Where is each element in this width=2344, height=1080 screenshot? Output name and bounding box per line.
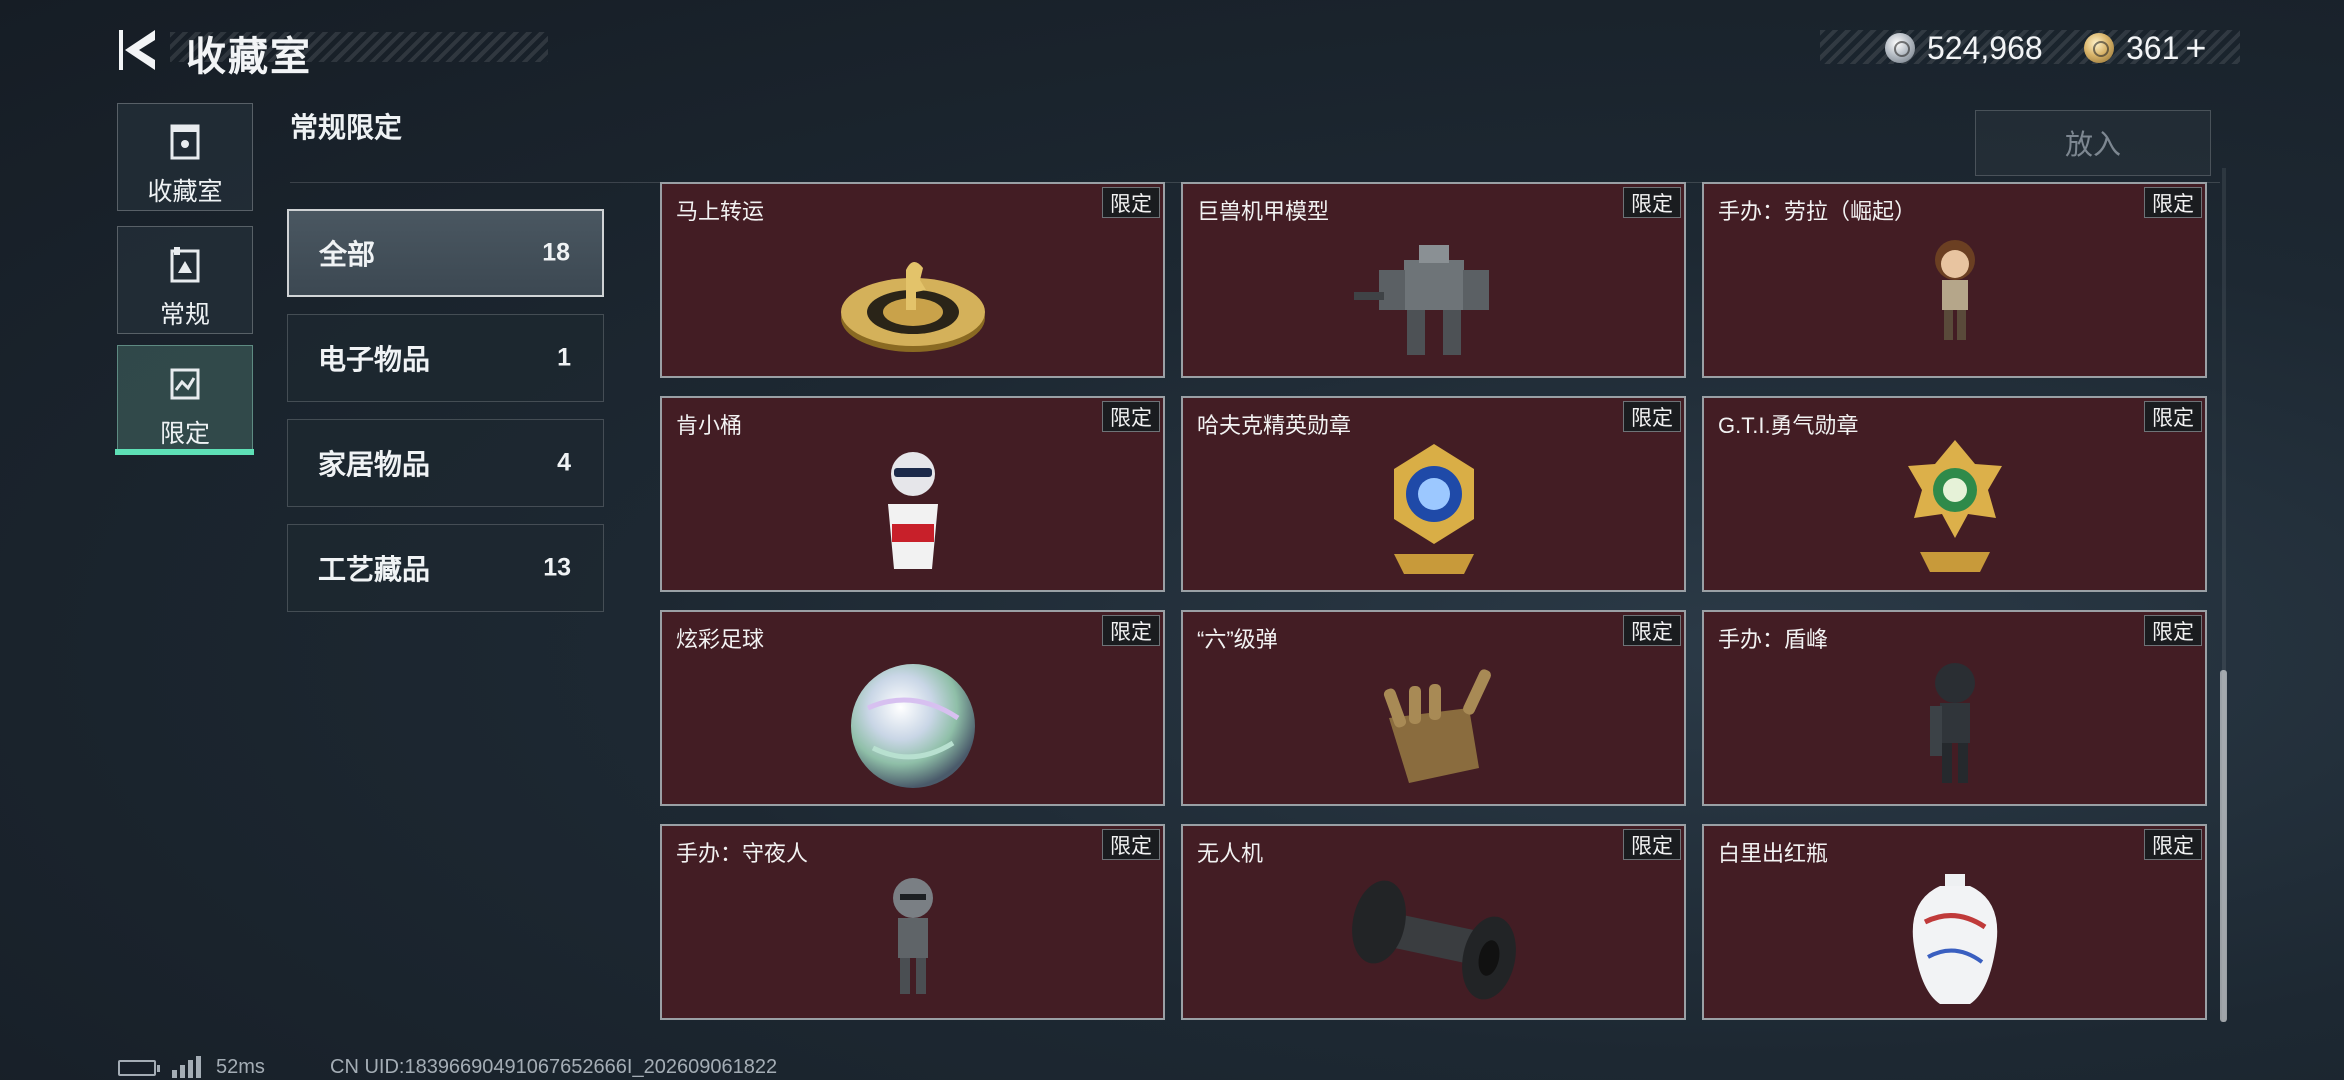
limited-picture-icon xyxy=(170,368,200,400)
nav-label: 限定 xyxy=(159,420,210,448)
category-count: 13 xyxy=(543,553,571,582)
porcelain-vase-icon xyxy=(1912,874,1997,1004)
gold-coin-icon xyxy=(2084,33,2114,63)
silver-amount: 524,968 xyxy=(1927,29,2043,66)
drone-tube-icon xyxy=(1351,880,1516,1000)
silver-currency: 524,968 xyxy=(1885,28,2043,68)
gold-currency: 361 + xyxy=(2084,27,2206,69)
album-icon xyxy=(170,247,200,283)
silver-coin-icon xyxy=(1885,33,1915,63)
signal-icon xyxy=(172,1056,201,1078)
back-arrow-icon xyxy=(119,30,155,70)
nav-label: 常规 xyxy=(159,301,210,329)
golden-horse-disc-icon xyxy=(840,261,985,352)
item-card[interactable]: 巨兽机甲模型 限定 xyxy=(1181,182,1686,378)
item-card[interactable]: 炫彩足球 限定 xyxy=(660,610,1165,806)
limited-tag: 限定 xyxy=(1102,829,1160,860)
active-nav-indicator xyxy=(115,449,254,455)
category-label: 家居物品 xyxy=(318,449,431,480)
item-card[interactable]: 白里出红瓶 限定 xyxy=(1702,824,2207,1020)
battery-icon xyxy=(118,1060,160,1076)
nav-label: 收藏室 xyxy=(147,178,223,206)
limited-tag: 限定 xyxy=(1623,615,1681,646)
item-name: 白里出红瓶 xyxy=(1718,841,1829,866)
limited-tag: 限定 xyxy=(1623,187,1681,218)
item-card[interactable]: 手办：劳拉（崛起） 限定 xyxy=(1702,182,2207,378)
limited-tag: 限定 xyxy=(1102,615,1160,646)
uid-text: CN UID:18396690491067652666I_20260906182… xyxy=(330,1056,778,1078)
item-name: 哈夫克精英勋章 xyxy=(1197,413,1352,438)
ping-text: 52ms xyxy=(216,1056,265,1078)
trophy-cabinet-icon xyxy=(170,124,200,160)
put-in-button[interactable]: 放入 xyxy=(1975,110,2211,176)
gold-amount: 361 xyxy=(2126,29,2180,66)
category-label: 电子物品 xyxy=(318,344,431,375)
category-label: 全部 xyxy=(319,239,376,270)
green-gold-medal-icon xyxy=(1907,440,2002,572)
category-count: 1 xyxy=(557,343,571,372)
item-name: 手办：盾峰 xyxy=(1718,627,1829,652)
item-card[interactable]: 肯小桶 限定 xyxy=(660,396,1165,592)
item-name: 无人机 xyxy=(1197,841,1264,866)
iridescent-ball-icon xyxy=(850,664,975,788)
item-name: 手办：守夜人 xyxy=(676,841,809,866)
limited-tag: 限定 xyxy=(1102,187,1160,218)
item-name: 肯小桶 xyxy=(676,413,743,438)
nav-collection-room[interactable]: 收藏室 xyxy=(117,103,253,211)
limited-tag: 限定 xyxy=(2144,615,2202,646)
section-label: 常规限定 xyxy=(290,112,403,143)
limited-tag: 限定 xyxy=(1623,829,1681,860)
item-name: 炫彩足球 xyxy=(676,627,765,652)
category-count: 18 xyxy=(542,238,570,267)
item-card[interactable]: 马上转运 限定 xyxy=(660,182,1165,378)
page-title: 收藏室 xyxy=(186,35,312,79)
limited-tag: 限定 xyxy=(2144,829,2202,860)
category-electronics[interactable]: 电子物品 1 xyxy=(287,314,604,402)
back-button[interactable] xyxy=(115,22,163,78)
nav-regular[interactable]: 常规 xyxy=(117,226,253,334)
item-card[interactable]: 无人机 限定 xyxy=(1181,824,1686,1020)
category-crafts[interactable]: 工艺藏品 13 xyxy=(287,524,604,612)
blue-gold-medal-icon xyxy=(1393,444,1474,574)
lara-figure-icon xyxy=(1934,240,1975,340)
knight-figure-icon xyxy=(892,878,933,994)
limited-tag: 限定 xyxy=(1102,401,1160,432)
item-card[interactable]: 手办：盾峰 限定 xyxy=(1702,610,2207,806)
limited-tag: 限定 xyxy=(2144,187,2202,218)
limited-tag: 限定 xyxy=(1623,401,1681,432)
item-card[interactable]: “六”级弹 限定 xyxy=(1181,610,1686,806)
kfc-bucket-figure-icon xyxy=(887,452,938,569)
item-card[interactable]: 哈夫克精英勋章 限定 xyxy=(1181,396,1686,592)
item-card[interactable]: G.T.I.勇气勋章 限定 xyxy=(1702,396,2207,592)
item-name: “六”级弹 xyxy=(1197,627,1278,652)
category-all[interactable]: 全部 18 xyxy=(287,209,604,297)
nav-limited[interactable]: 限定 xyxy=(117,345,253,453)
mech-model-icon xyxy=(1353,245,1489,355)
bullet-hand-icon xyxy=(1383,669,1491,783)
scrollbar-thumb[interactable] xyxy=(2220,670,2227,1022)
add-currency-button[interactable]: + xyxy=(2185,27,2206,69)
limited-tag: 限定 xyxy=(2144,401,2202,432)
category-count: 4 xyxy=(557,448,571,477)
item-name: 马上转运 xyxy=(676,199,765,224)
soldier-figure-icon xyxy=(1929,663,1975,783)
item-card[interactable]: 手办：守夜人 限定 xyxy=(660,824,1165,1020)
category-label: 工艺藏品 xyxy=(318,554,431,585)
item-name: 巨兽机甲模型 xyxy=(1197,199,1330,224)
category-home[interactable]: 家居物品 4 xyxy=(287,419,604,507)
item-name: G.T.I.勇气勋章 xyxy=(1718,413,1859,438)
